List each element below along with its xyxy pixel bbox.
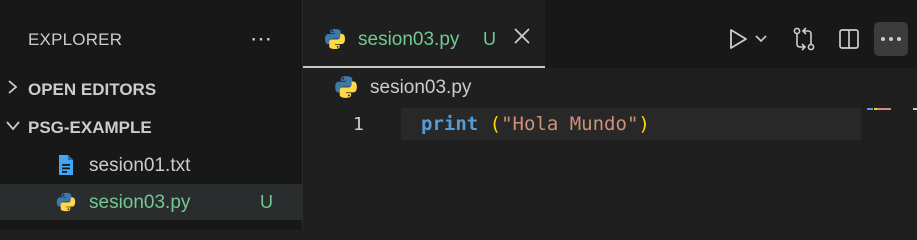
explorer-title: EXPLORER	[28, 30, 123, 49]
chevron-down-icon[interactable]	[749, 22, 773, 56]
python-file-icon	[335, 76, 357, 98]
chevron-down-icon	[6, 121, 20, 131]
file-name: sesion03.py	[89, 192, 191, 213]
explorer-header: EXPLORER ⋯	[0, 0, 302, 78]
editor-tab-bar: sesion03.py U	[303, 0, 917, 68]
code-paren-open: (	[489, 113, 502, 135]
code-editor[interactable]: 1 print ("Hola Mundo")	[303, 108, 917, 230]
ellipsis-icon[interactable]: ⋯	[250, 26, 273, 52]
file-name: sesion01.txt	[89, 155, 191, 176]
code-paren-close: )	[638, 113, 650, 135]
breadcrumb[interactable]: sesion03.py	[303, 68, 917, 108]
python-file-icon	[56, 192, 76, 212]
git-status-badge: U	[260, 192, 273, 212]
chevron-right-icon	[8, 80, 18, 94]
file-item-sesion03[interactable]: sesion03.py U	[0, 184, 302, 220]
split-editor-icon[interactable]	[832, 22, 866, 56]
code-line[interactable]: print ("Hola Mundo")	[421, 113, 650, 135]
text-file-icon	[59, 155, 73, 175]
open-editors-section[interactable]: OPEN EDITORS	[0, 73, 302, 105]
code-keyword: print	[421, 113, 479, 135]
editor-actions	[303, 22, 917, 56]
open-editors-label: OPEN EDITORS	[28, 80, 157, 99]
line-number: 1	[353, 114, 364, 135]
compare-changes-icon[interactable]	[787, 22, 821, 56]
explorer-sidebar: EXPLORER ⋯ OPEN EDITORS PSG-EXAMPLE sesi…	[0, 0, 303, 230]
workspace-section[interactable]: PSG-EXAMPLE	[0, 111, 302, 143]
code-string: "Hola Mundo"	[501, 113, 639, 135]
ellipsis-icon[interactable]	[874, 22, 908, 56]
file-item-sesion01[interactable]: sesion01.txt	[0, 147, 302, 183]
breadcrumb-file[interactable]: sesion03.py	[370, 77, 471, 99]
workspace-label: PSG-EXAMPLE	[28, 118, 152, 137]
minimap[interactable]	[867, 108, 917, 110]
